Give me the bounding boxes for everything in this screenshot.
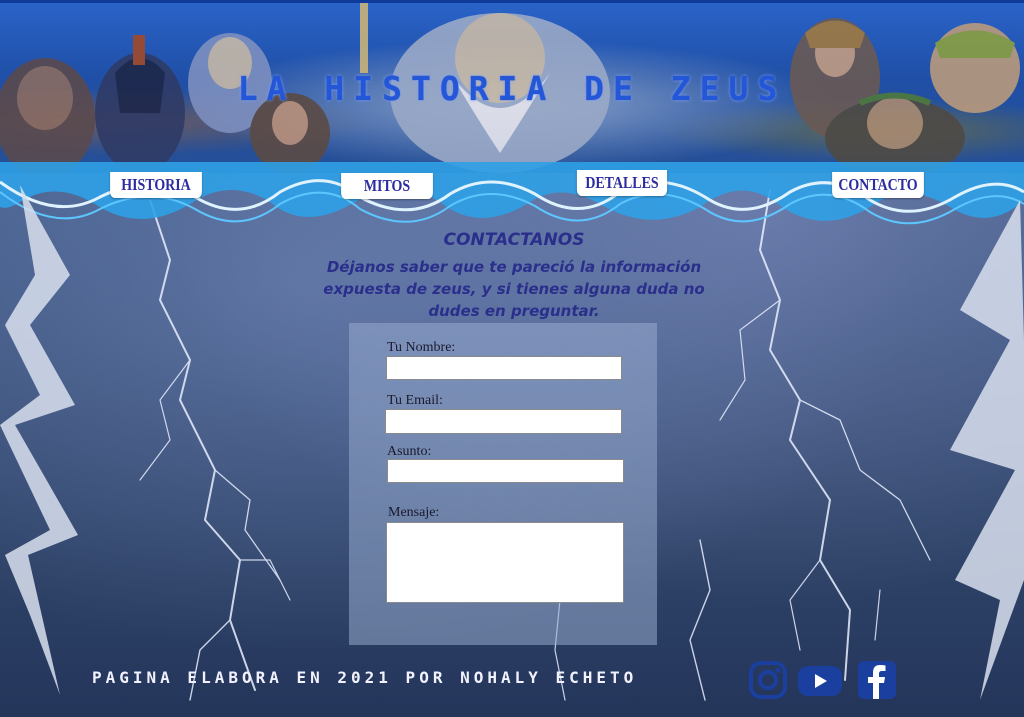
nav-tab-detalles[interactable]: DETALLES xyxy=(576,170,668,196)
header-banner: LA HISTORIA DE ZEUS xyxy=(0,0,1024,173)
facebook-icon[interactable] xyxy=(857,660,897,700)
name-label: Tu Nombre: xyxy=(387,340,456,355)
youtube-icon[interactable] xyxy=(797,660,843,700)
message-textarea[interactable] xyxy=(386,522,624,603)
subject-input[interactable] xyxy=(387,459,624,483)
nav-tab-mitos[interactable]: MITOS xyxy=(341,173,433,199)
contact-form: Tu Nombre: Tu Email: Asunto: Mensaje: xyxy=(349,323,657,645)
name-input[interactable] xyxy=(386,356,622,380)
left-bolt-decoration xyxy=(0,185,78,695)
email-input[interactable] xyxy=(385,409,622,434)
footer-credit: PAGINA ELABORA EN 2021 POR NOHALY ECHETO xyxy=(92,668,638,687)
subject-label: Asunto: xyxy=(387,444,432,459)
instagram-icon[interactable] xyxy=(748,660,788,700)
nav-tab-contacto[interactable]: CONTACTO xyxy=(832,172,924,198)
email-label: Tu Email: xyxy=(387,393,443,408)
right-bolt-decoration xyxy=(950,200,1024,700)
site-title: LA HISTORIA DE ZEUS xyxy=(237,69,787,108)
nav-tab-historia[interactable]: HISTORIA xyxy=(110,172,202,198)
contact-intro-text: Déjanos saber que te pareció la informac… xyxy=(323,258,705,320)
contact-heading: CONTACTANOS xyxy=(443,230,585,250)
message-label: Mensaje: xyxy=(388,505,440,520)
